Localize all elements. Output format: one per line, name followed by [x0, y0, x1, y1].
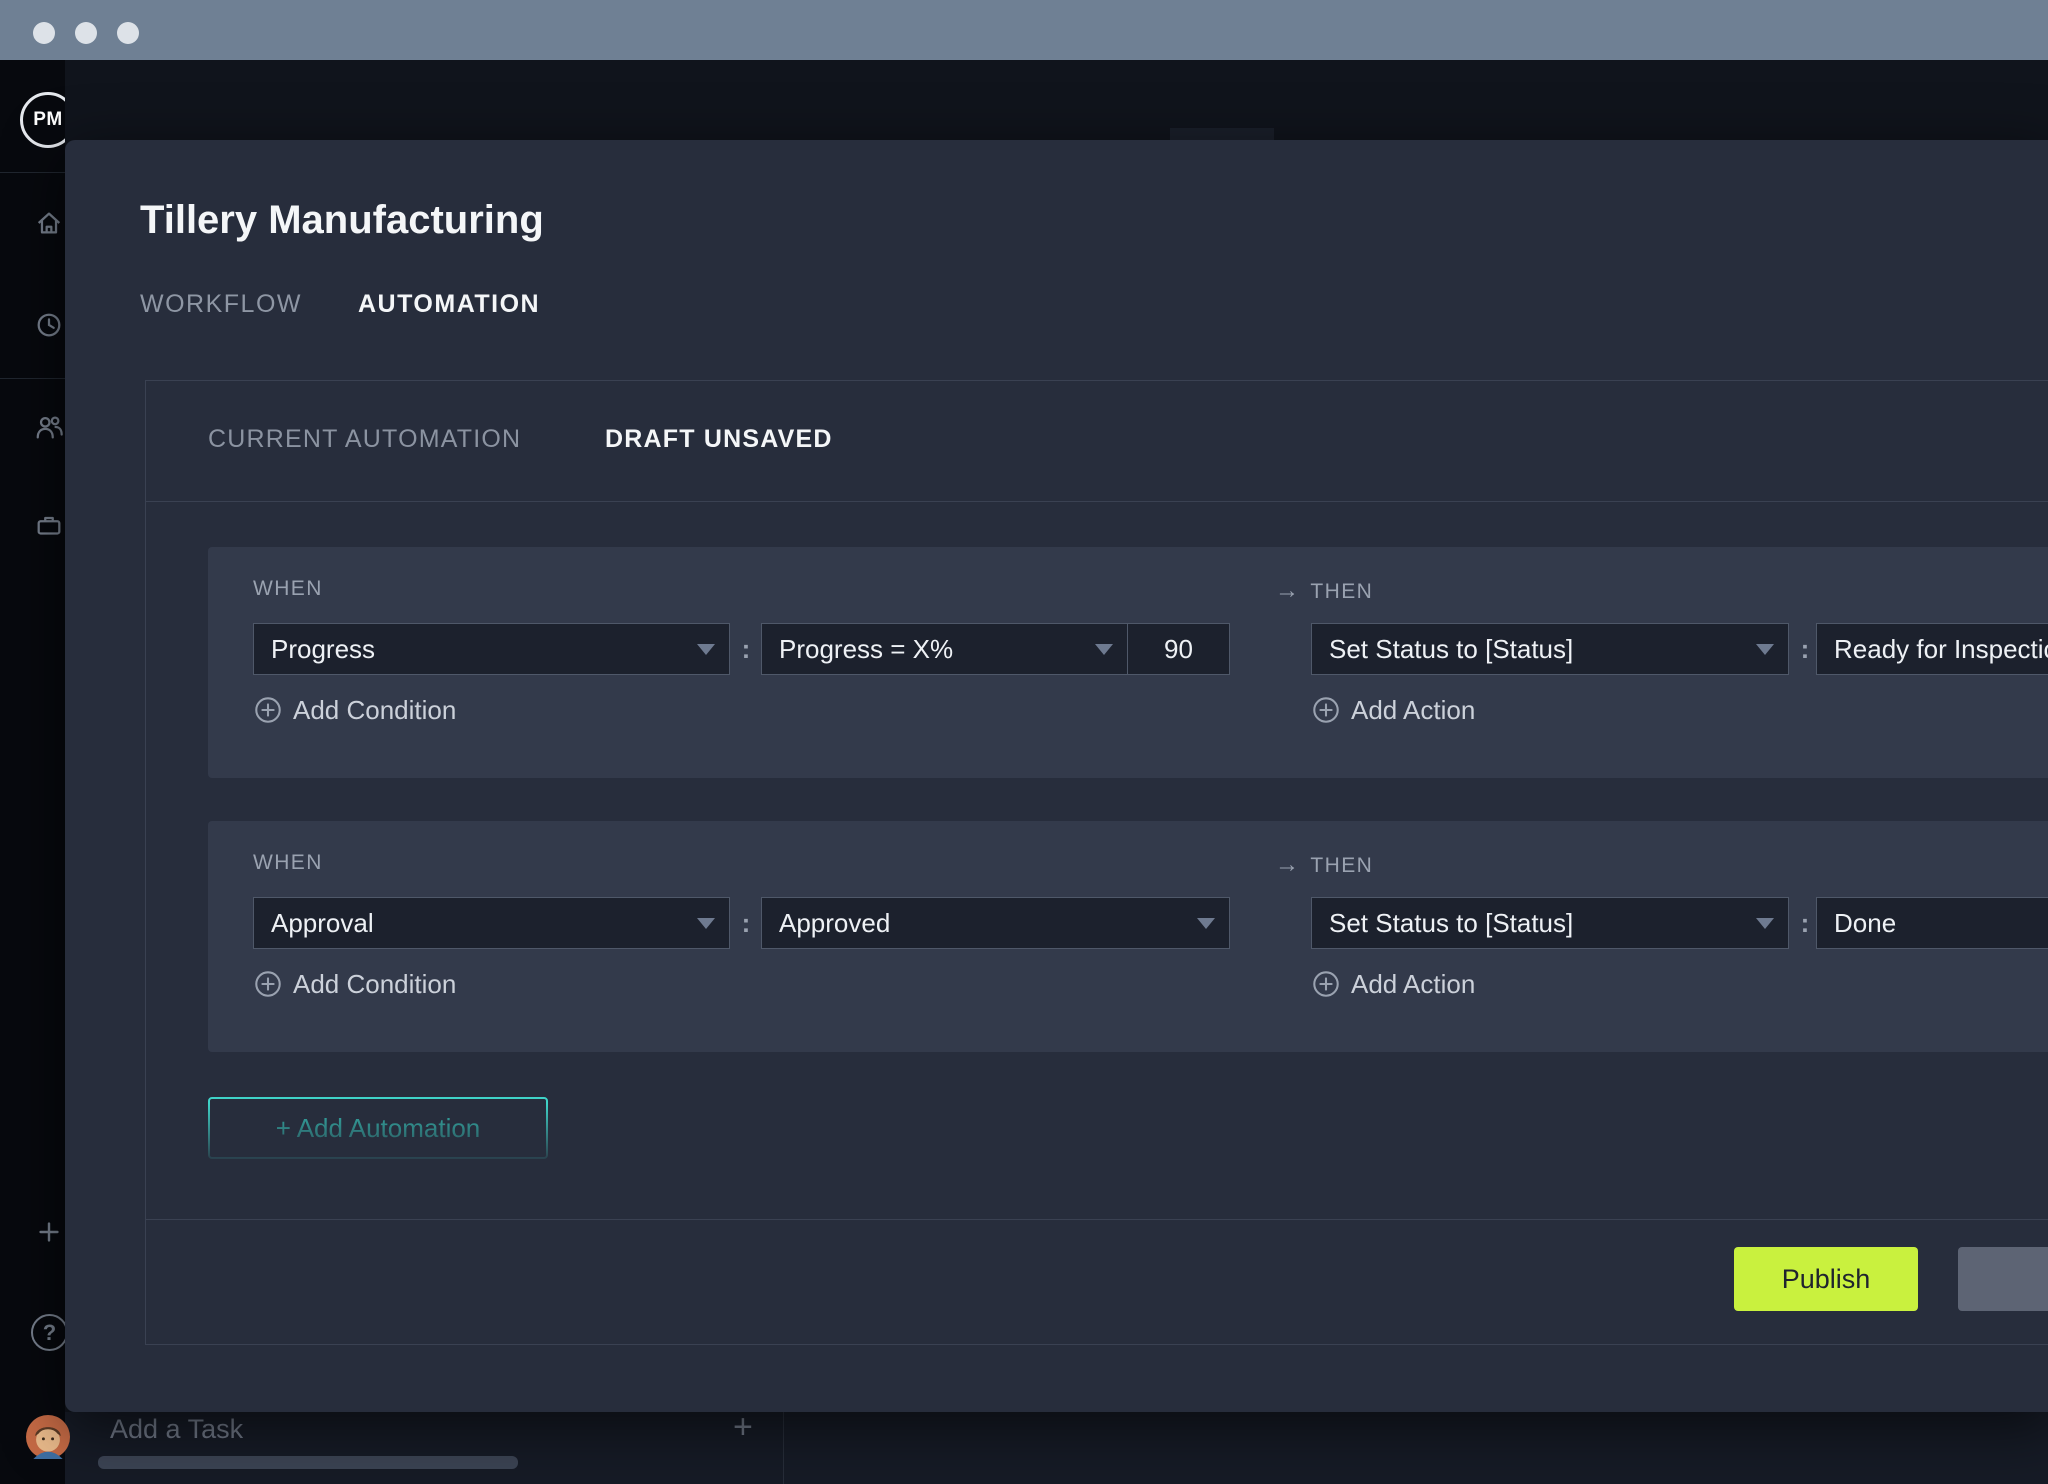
home-icon[interactable] [34, 208, 64, 238]
panel-divider [146, 501, 2048, 502]
separator-colon: : [739, 897, 753, 949]
help-icon[interactable]: ? [31, 1314, 68, 1351]
add-condition-button[interactable]: Add Condition [253, 693, 456, 727]
add-condition-button[interactable]: Add Condition [253, 967, 456, 1001]
window-minimize-button[interactable] [75, 22, 97, 44]
add-condition-label: Add Condition [293, 969, 456, 1000]
dropdown-value: Progress = X% [779, 634, 953, 664]
add-action-label: Add Action [1351, 695, 1475, 726]
subtab-draft-unsaved[interactable]: DRAFT UNSAVED [605, 425, 833, 454]
condition-field-dropdown[interactable]: Approval [253, 897, 730, 949]
add-action-button[interactable]: Add Action [1311, 693, 1475, 727]
chevron-down-icon [1756, 644, 1774, 655]
then-label: → THEN [1275, 577, 1373, 605]
dropdown-value: Set Status to [Status] [1329, 908, 1573, 938]
clock-icon[interactable] [34, 310, 64, 340]
modal-title: Tillery Manufacturing [140, 198, 544, 243]
when-label: WHEN [253, 577, 323, 601]
subtab-current-automation[interactable]: CURRENT AUTOMATION [208, 425, 521, 454]
screen: PM Tillery Manufacturing GP [0, 0, 2048, 1484]
separator-colon: : [739, 623, 753, 675]
footer-divider [146, 1219, 2048, 1220]
plus-circle-icon [1311, 969, 1341, 999]
left-sidebar [0, 160, 65, 1484]
plus-circle-icon [1311, 695, 1341, 725]
dropdown-value: Approval [271, 908, 374, 938]
help-glyph: ? [43, 1320, 56, 1345]
window-titlebar [0, 0, 2048, 60]
separator-colon: : [1798, 623, 1812, 675]
condition-field-dropdown[interactable]: Progress [253, 623, 730, 675]
automation-modal: Tillery Manufacturing WORKFLOW AUTOMATIO… [65, 140, 2048, 1412]
sidebar-divider [0, 378, 65, 379]
add-condition-label: Add Condition [293, 695, 456, 726]
when-label: WHEN [253, 851, 323, 875]
action-value-dropdown[interactable]: Done [1816, 897, 2048, 949]
sidebar-divider [0, 172, 65, 173]
add-task-row[interactable]: Add a Task [110, 1414, 243, 1445]
team-icon[interactable] [34, 412, 64, 442]
action-field-dropdown[interactable]: Set Status to [Status] [1311, 897, 1789, 949]
automation-rule-card: WHEN Progress : Progress = X% 90 → THEN S… [208, 547, 2048, 778]
briefcase-icon[interactable] [34, 510, 64, 540]
action-value-dropdown[interactable]: Ready for Inspection [1816, 623, 2048, 675]
scroll-fade-overlay [146, 1103, 2048, 1219]
then-text: THEN [1310, 854, 1373, 877]
plus-circle-icon [253, 969, 283, 999]
automation-panel: CURRENT AUTOMATION DRAFT UNSAVED WHEN Pr… [145, 380, 2048, 1345]
separator-colon: : [1798, 897, 1812, 949]
add-action-label: Add Action [1351, 969, 1475, 1000]
dropdown-value: Progress [271, 634, 375, 664]
arrow-right-icon: → [1275, 577, 1300, 604]
save-button[interactable]: Save [1958, 1247, 2048, 1311]
action-field-dropdown[interactable]: Set Status to [Status] [1311, 623, 1789, 675]
window-close-button[interactable] [33, 22, 55, 44]
arrow-right-icon: → [1275, 851, 1300, 878]
chevron-down-icon [697, 644, 715, 655]
tab-workflow[interactable]: WORKFLOW [140, 290, 302, 319]
chevron-down-icon [1197, 918, 1215, 929]
dropdown-value: Set Status to [Status] [1329, 634, 1573, 664]
publish-button[interactable]: Publish [1734, 1247, 1918, 1311]
profile-avatar[interactable] [26, 1415, 70, 1464]
condition-operator-dropdown[interactable]: Progress = X% [761, 623, 1128, 675]
then-text: THEN [1310, 580, 1373, 603]
task-list-background: Add a Task + [65, 1412, 2048, 1484]
chevron-down-icon [697, 918, 715, 929]
plus-circle-icon [253, 695, 283, 725]
column-divider [783, 1412, 784, 1484]
chevron-down-icon [1756, 918, 1774, 929]
add-task-plus-icon[interactable]: + [733, 1408, 753, 1447]
chevron-down-icon [1095, 644, 1113, 655]
add-action-button[interactable]: Add Action [1311, 967, 1475, 1001]
condition-operator-dropdown[interactable]: Approved [761, 897, 1230, 949]
condition-value-input[interactable]: 90 [1127, 623, 1230, 675]
scrollbar-thumb[interactable] [98, 1456, 518, 1469]
tab-automation[interactable]: AUTOMATION [358, 290, 540, 319]
plus-icon[interactable] [34, 1217, 64, 1247]
then-label: → THEN [1275, 851, 1373, 879]
dropdown-value: Approved [779, 908, 890, 938]
window-maximize-button[interactable] [117, 22, 139, 44]
automation-rule-card: WHEN Approval : Approved → THEN Set Statu… [208, 821, 2048, 1052]
